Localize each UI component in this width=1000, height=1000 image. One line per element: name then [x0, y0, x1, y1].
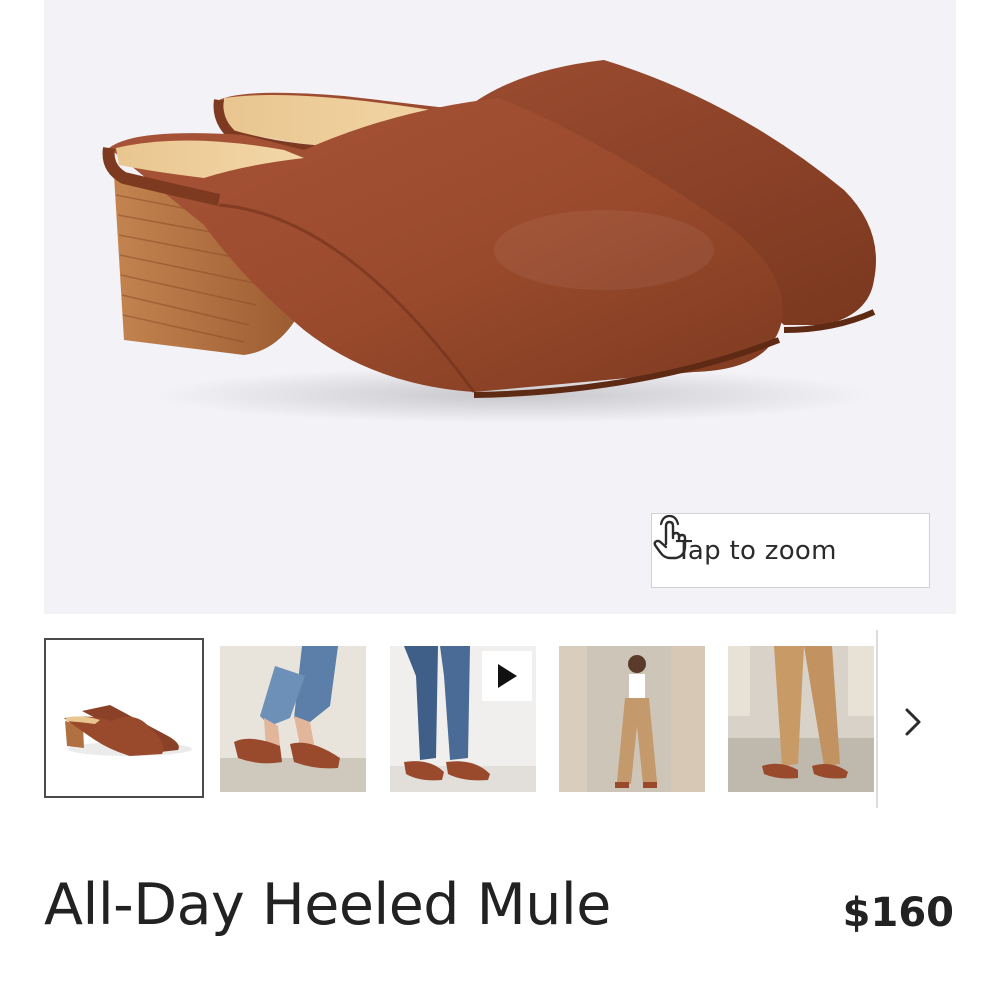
jeans-mules-thumbnail	[220, 646, 366, 792]
thumbnail-5[interactable]	[728, 646, 874, 792]
mules-product-thumbnail	[50, 644, 198, 792]
thumbnail-1-selected[interactable]	[44, 638, 204, 798]
product-title: All-Day Heeled Mule	[44, 872, 611, 938]
thumbnail-3-video[interactable]	[390, 646, 536, 792]
thumbnail-strip-edge	[876, 630, 878, 808]
next-thumbnails-button[interactable]	[896, 700, 930, 744]
tan-pants-mules-thumbnail	[728, 646, 874, 792]
thumbnail-2[interactable]	[220, 646, 366, 792]
play-icon	[498, 664, 517, 688]
product-hero-image[interactable]: Tap to zoom	[44, 0, 956, 614]
play-video-button[interactable]	[482, 651, 532, 701]
tap-to-zoom-label: Tap to zoom	[676, 535, 837, 566]
model-tan-pants-thumbnail	[559, 646, 705, 792]
thumbnail-4[interactable]	[559, 646, 705, 792]
chevron-right-icon	[905, 708, 921, 736]
product-price: $160	[842, 890, 954, 936]
thumbnail-strip	[44, 638, 924, 800]
tap-to-zoom-button[interactable]: Tap to zoom	[651, 513, 930, 588]
hand-tap-icon	[653, 514, 687, 560]
